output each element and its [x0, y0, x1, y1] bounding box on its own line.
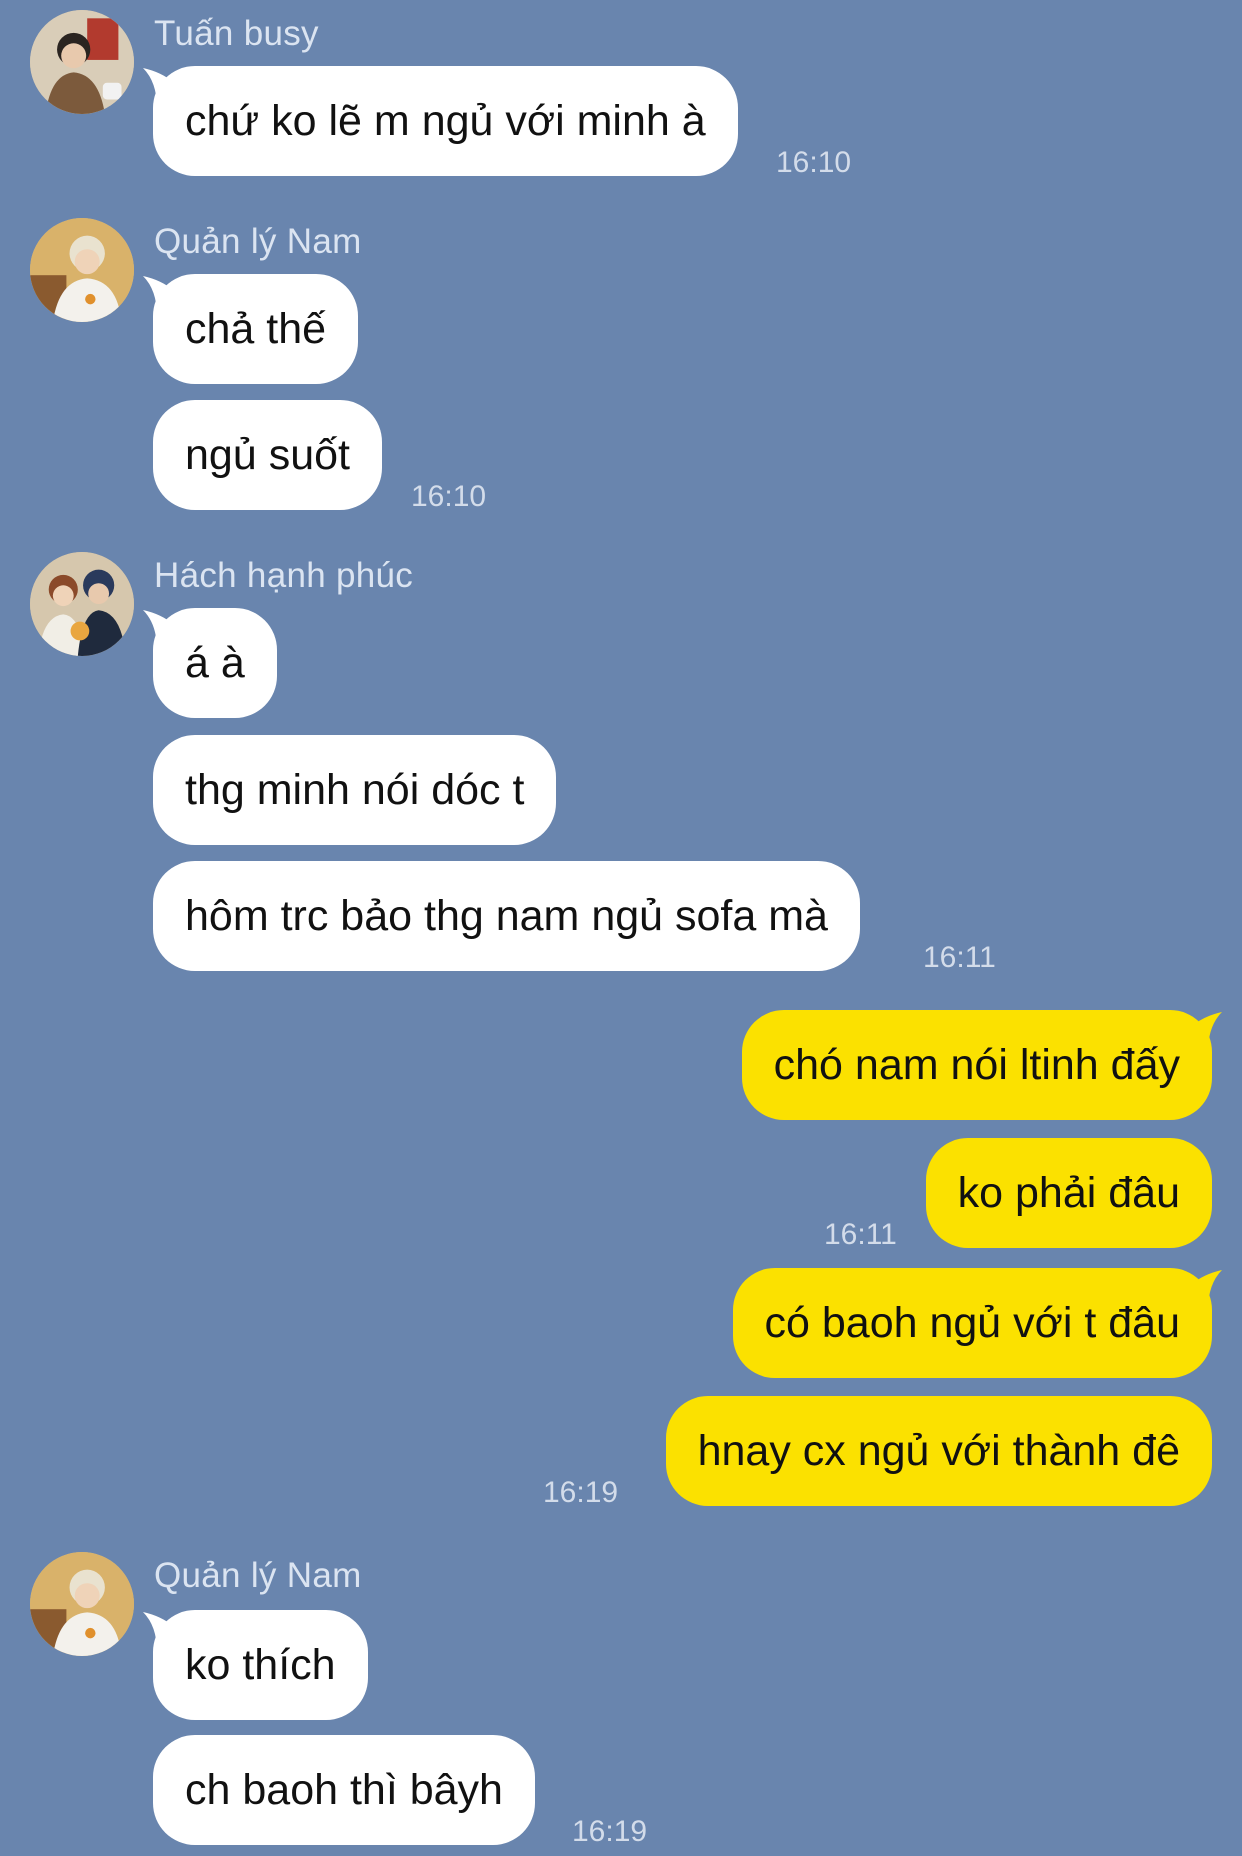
avatar-quan-ly-nam[interactable]	[30, 1552, 134, 1656]
message-bubble-outgoing[interactable]: chó nam nói ltinh đấy	[741, 1010, 1212, 1120]
message-text: ko thích	[185, 1641, 336, 1689]
avatar-tuan[interactable]	[30, 10, 134, 114]
person-avatar-icon	[30, 1552, 134, 1656]
sender-name: Quản lý Nam	[154, 1556, 362, 1595]
message-bubble-incoming[interactable]: ko thích	[153, 1610, 368, 1720]
message-text: chó nam nói ltinh đấy	[773, 1041, 1180, 1089]
message-bubble-incoming[interactable]: chứ ko lẽ m ngủ với minh à	[153, 66, 738, 176]
message-text: ko phải đâu	[957, 1169, 1180, 1217]
message-timestamp: 16:11	[923, 941, 996, 974]
message-text: chứ ko lẽ m ngủ với minh à	[185, 97, 706, 145]
couple-avatar-icon	[30, 552, 134, 656]
message-text: có baoh ngủ với t đâu	[764, 1299, 1181, 1347]
message-text: hnay cx ngủ với thành đê	[697, 1427, 1180, 1475]
message-text: chả thế	[185, 305, 327, 353]
message-text: hôm trc bảo thg nam ngủ sofa mà	[185, 892, 828, 940]
message-bubble-incoming[interactable]: ngủ suốt	[153, 400, 382, 510]
message-bubble-incoming[interactable]: chả thế	[153, 274, 359, 384]
message-timestamp: 16:10	[411, 480, 487, 513]
message-text: ngủ suốt	[185, 431, 350, 479]
person-avatar-icon	[30, 218, 134, 322]
message-timestamp: 16:10	[776, 146, 852, 179]
message-text: ch baoh thì bâyh	[185, 1766, 503, 1814]
message-bubble-incoming[interactable]: thg minh nói dóc t	[153, 735, 557, 845]
message-text: thg minh nói dóc t	[185, 766, 525, 814]
message-bubble-outgoing[interactable]: hnay cx ngủ với thành đê	[665, 1396, 1212, 1506]
sender-name: Hách hạnh phúc	[154, 556, 414, 595]
message-bubble-incoming[interactable]: á à	[153, 608, 277, 718]
message-text: á à	[185, 639, 245, 687]
avatar-quan-ly-nam[interactable]	[30, 218, 134, 322]
message-timestamp: 16:19	[572, 1815, 648, 1848]
avatar-hach-hanh-phuc[interactable]	[30, 552, 134, 656]
message-timestamp: 16:19	[543, 1476, 619, 1509]
message-timestamp: 16:11	[824, 1218, 897, 1251]
message-bubble-incoming[interactable]: hôm trc bảo thg nam ngủ sofa mà	[153, 861, 860, 971]
sender-name: Tuấn busy	[154, 14, 319, 53]
message-bubble-incoming[interactable]: ch baoh thì bâyh	[153, 1735, 535, 1845]
sender-name: Quản lý Nam	[154, 222, 362, 261]
message-bubble-outgoing[interactable]: ko phải đâu	[925, 1138, 1212, 1248]
message-bubble-outgoing[interactable]: có baoh ngủ với t đâu	[732, 1268, 1212, 1378]
person-avatar-icon	[30, 10, 134, 114]
